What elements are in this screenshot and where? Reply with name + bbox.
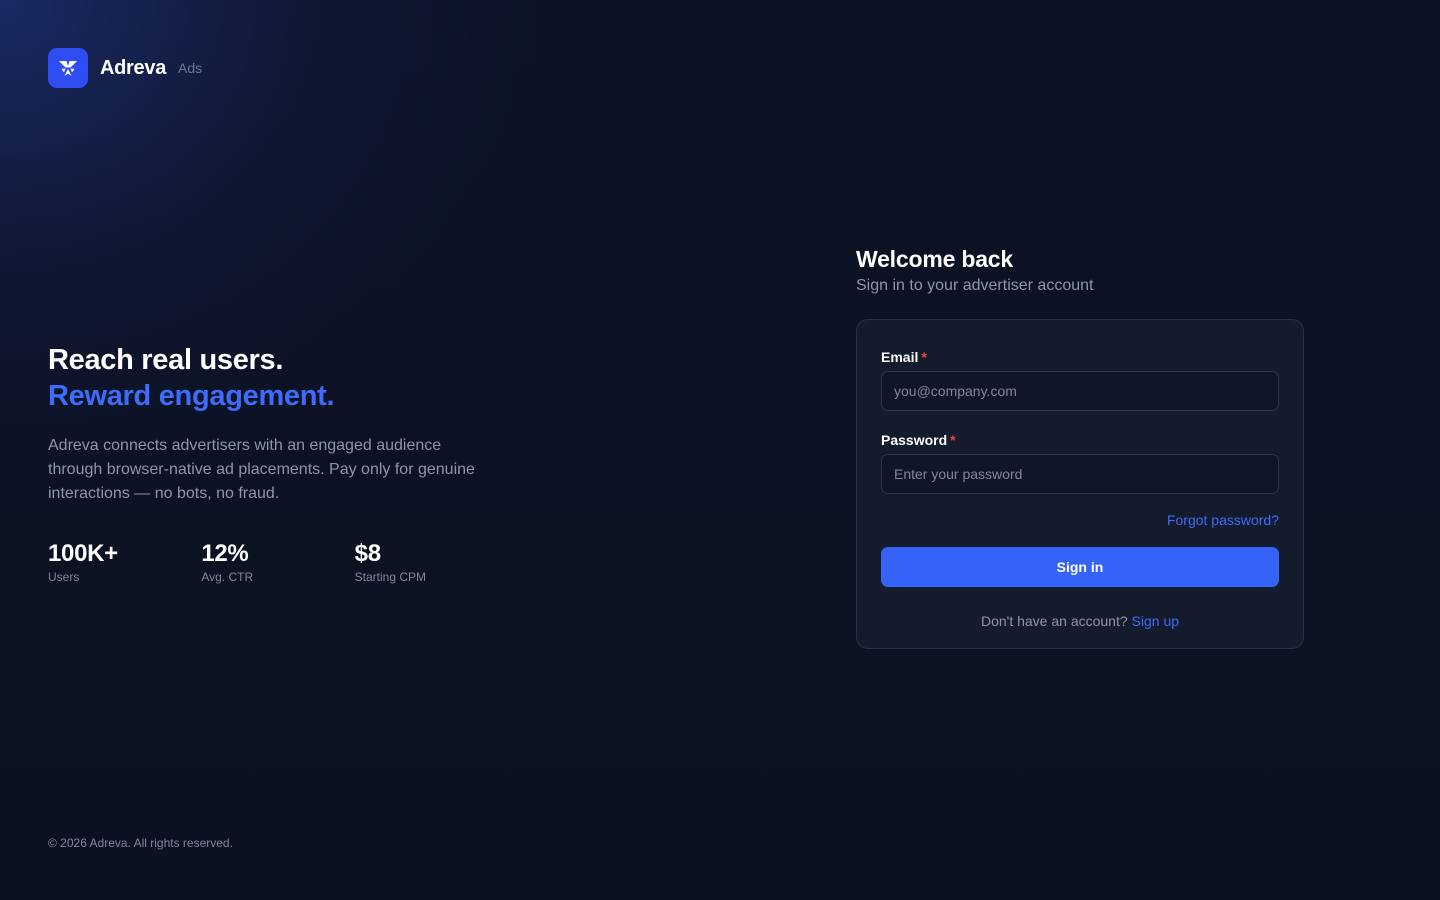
hero-description: Adreva connects advertisers with an enga…: [48, 437, 475, 502]
signup-row: Don't have an account? Sign up: [881, 613, 1279, 629]
forgot-password-row: Forgot password?: [881, 512, 1279, 530]
stats-row: 100K+ Users 12% Avg. CTR $8 Starting CPM: [48, 540, 508, 584]
sparkle-logo-icon: [48, 48, 88, 88]
signup-prompt: Don't have an account?: [980, 613, 1128, 629]
password-label-text: Password: [881, 432, 948, 448]
stat-label: Starting CPM: [354, 570, 427, 584]
stat-label: Avg. CTR: [201, 570, 254, 584]
login-title: Welcome back: [856, 246, 1013, 272]
login-form-card: Email* Password* Forgot password? Sign i…: [856, 319, 1304, 649]
stat-value: 100K+: [48, 540, 118, 567]
forgot-password-link[interactable]: Forgot password?: [1167, 512, 1279, 528]
brand-tag: Ads: [178, 60, 203, 76]
stat-value: 12%: [201, 540, 249, 567]
login-subtitle: Sign in to your advertiser account: [856, 277, 1094, 294]
brand-header: Adreva Ads: [48, 48, 202, 88]
hero-section: Reach real users. Reward engagement. Adr…: [48, 342, 508, 584]
required-marker: *: [921, 349, 927, 365]
login-panel: Welcome back Sign in to your advertiser …: [856, 244, 1304, 649]
stat-users: 100K+ Users: [48, 540, 201, 584]
email-label: Email *: [881, 349, 927, 365]
stat-ctr: 12% Avg. CTR: [201, 540, 354, 584]
brand-name: Adreva: [100, 56, 167, 79]
email-input[interactable]: [881, 371, 1279, 411]
sign-in-button[interactable]: Sign in: [881, 547, 1279, 587]
password-field-group: Password *: [881, 431, 1279, 494]
footer-copyright: © 2026 Adreva. All rights reserved.: [48, 836, 233, 850]
password-input[interactable]: [881, 454, 1279, 494]
hero-headline: Reach real users.: [48, 344, 284, 376]
hero-headline-accent: Reward engagement.: [48, 380, 335, 412]
sign-up-link[interactable]: Sign up: [1132, 613, 1179, 629]
stat-value: $8: [354, 540, 381, 567]
stat-cpm: $8 Starting CPM: [355, 540, 508, 584]
password-label: Password *: [881, 432, 956, 448]
login-page: Adreva Ads Reach real users. Reward enga…: [0, 0, 1440, 900]
email-field-group: Email *: [881, 348, 1279, 411]
stat-label: Users: [48, 570, 80, 584]
email-label-text: Email: [881, 349, 919, 365]
required-marker: *: [950, 432, 956, 448]
